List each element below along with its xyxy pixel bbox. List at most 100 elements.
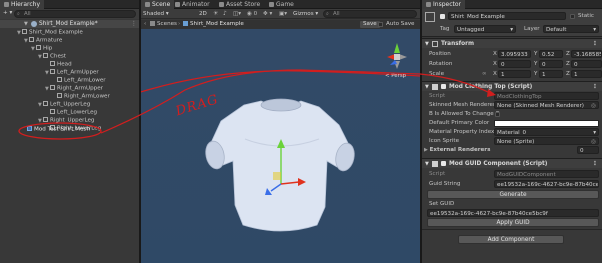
generate-button[interactable]: Generate — [427, 190, 599, 199]
hierarchy-item[interactable]: Left_LowerLeg — [0, 109, 97, 116]
hierarchy-item[interactable]: Right_ArmLower — [0, 93, 110, 100]
component-menu-icon[interactable]: ⋮ — [592, 159, 598, 169]
guid-string-field[interactable]: ee19532a-169c-4627-bc9e-87b40ce5bc9f — [494, 180, 599, 188]
shading-mode-dropdown[interactable]: Shaded ▾ — [143, 10, 169, 18]
transform-icon — [432, 41, 438, 47]
gameobject-large-icon — [425, 12, 435, 22]
camera-settings-icon[interactable]: ▣▾ — [279, 10, 287, 18]
perspective-label[interactable]: < Persp — [385, 73, 406, 79]
hierarchy-panel: Hierarchy + ▾ ⌕ All ▼ Shirt_Mod Example*… — [0, 0, 140, 263]
position-z-field[interactable]: -3.168585 — [571, 50, 602, 58]
tab-hierarchy[interactable]: Hierarchy — [0, 0, 45, 9]
component-enabled-checkbox[interactable] — [441, 161, 446, 166]
tools-dropdown[interactable]: ✥ ▾ — [263, 10, 272, 18]
shirt-mesh[interactable] — [203, 98, 356, 232]
hierarchy-item[interactable]: ▼ Right_ArmUpper — [0, 85, 103, 92]
icon-sprite-field[interactable]: None (Sprite) ◎ — [494, 137, 599, 145]
scale-z-field[interactable]: 1 — [571, 70, 602, 78]
scene-viewport[interactable]: DRAG < Persp — [141, 29, 420, 263]
primary-color-swatch[interactable] — [494, 120, 599, 127]
tab-game[interactable]: Game — [265, 0, 298, 9]
orientation-gizmo[interactable] — [387, 43, 407, 69]
set-guid-field[interactable]: ee19532a-169c-4627-bc9e-87b40ce5bc9f — [427, 209, 599, 217]
tag-dropdown[interactable]: Untagged ▾ — [454, 25, 516, 33]
scene-breadcrumb-bar: ‹ Scenes › Shirt_Mod Example Save Auto S… — [141, 20, 420, 29]
gizmos-dropdown[interactable]: Gizmos ▾ — [293, 10, 318, 18]
hierarchy-item-selected[interactable]: Mod Test Shirt Mesh — [0, 126, 90, 133]
scene-search-input[interactable]: ⌕ All — [323, 10, 417, 18]
audio-toggle-icon[interactable]: ♪ — [223, 10, 227, 18]
scene-name: Shirt_Mod Example* — [39, 21, 98, 27]
component-enabled-checkbox[interactable] — [441, 84, 446, 89]
object-picker-icon[interactable]: ◎ — [591, 138, 596, 144]
external-renderers-count[interactable]: 0 — [577, 146, 599, 154]
material-index-dropdown[interactable]: Material_0 ▾ — [494, 128, 599, 136]
scale-x-field[interactable]: 1 — [498, 70, 531, 78]
hierarchy-item[interactable]: ▼ Right_UpperLeg — [0, 117, 94, 124]
tab-inspector[interactable]: Inspector — [422, 0, 465, 9]
auto-save-label: Auto Save — [386, 21, 415, 27]
rotation-x-field[interactable]: 0 — [498, 60, 531, 68]
active-checkbox[interactable] — [440, 14, 445, 19]
add-component-button[interactable]: Add Component — [458, 235, 564, 244]
back-arrow-icon[interactable]: ‹ — [144, 20, 146, 29]
asset-store-icon — [219, 1, 224, 7]
external-renderers-label[interactable]: ▶ External Renderers — [424, 146, 490, 154]
lighting-toggle-icon[interactable]: ☀ — [213, 10, 218, 18]
gameobject-icon — [22, 29, 27, 34]
rotation-z-field[interactable]: 0 — [571, 60, 602, 68]
set-guid-label: Set GUID — [429, 201, 455, 207]
hierarchy-search-input[interactable]: ⌕ All — [14, 10, 136, 18]
tab-animator[interactable]: Animator — [171, 0, 214, 9]
hierarchy-item[interactable]: Left_ArmLower — [0, 77, 106, 84]
scale-y-field[interactable]: 1 — [539, 70, 563, 78]
create-button[interactable]: + ▾ — [3, 10, 12, 16]
rotation-y-field[interactable]: 0 — [539, 60, 563, 68]
gameobject-icon — [36, 45, 41, 50]
layer-dropdown[interactable]: Default ▾ — [543, 25, 599, 33]
transform-header[interactable]: ▼ Transform ⋮ — [422, 38, 602, 48]
collapse-arrow-icon: ▼ — [425, 84, 429, 90]
object-name-field[interactable]: Shirt_Mod Example — [448, 12, 566, 20]
tab-asset-store[interactable]: Asset Store — [215, 0, 264, 9]
hierarchy-item[interactable]: Head — [0, 61, 72, 68]
component-menu-icon[interactable]: ⋮ — [592, 82, 598, 92]
allowed-to-change-checkbox[interactable] — [495, 112, 500, 117]
static-checkbox[interactable] — [570, 14, 575, 19]
object-picker-icon[interactable]: ◎ — [591, 102, 596, 108]
rot-x-label: X — [493, 61, 497, 67]
hidden-objects-toggle[interactable]: ◉ 0 — [247, 10, 257, 18]
scale-x-label: X — [493, 71, 497, 77]
constrain-proportions-icon[interactable]: ∞ — [482, 70, 487, 78]
layer-label: Layer — [524, 26, 540, 32]
hierarchy-item[interactable]: ▼ Armature — [0, 37, 62, 44]
tag-label: Tag — [440, 26, 450, 32]
hierarchy-item[interactable]: ▼ Shirt_Mod Example — [0, 29, 83, 36]
component-menu-icon[interactable]: ⋮ — [592, 39, 598, 49]
apply-guid-button[interactable]: Apply GUID — [427, 218, 599, 227]
hierarchy-item[interactable]: ▼ Left_UpperLeg — [0, 101, 90, 108]
scene-menu-icon[interactable]: ⋮ — [131, 20, 137, 28]
scene-root-row[interactable]: ▼ Shirt_Mod Example* ⋮ — [0, 20, 139, 28]
hierarchy-item[interactable]: ▼ Hip — [0, 45, 52, 52]
scale-label: Scale — [429, 71, 445, 77]
hierarchy-item[interactable]: ▼ Left_ArmUpper — [0, 69, 99, 76]
prefab-breadcrumb[interactable]: Shirt_Mod Example — [183, 20, 244, 29]
gameobject-icon — [29, 37, 34, 42]
hierarchy-item[interactable]: ▼ Chest — [0, 53, 66, 60]
save-button[interactable]: Save — [360, 21, 380, 28]
mod-guid-header[interactable]: ▼ Mod GUID Component (Script) ⋮ — [422, 158, 602, 168]
toggle-2d-button[interactable]: 2D — [199, 10, 207, 18]
auto-save-checkbox[interactable] — [378, 22, 383, 27]
position-x-field[interactable]: 3.095933 — [498, 50, 531, 58]
scenes-breadcrumb[interactable]: Scenes — [150, 20, 177, 29]
skinned-mesh-field[interactable]: None (Skinned Mesh Renderer) ◎ — [494, 101, 599, 109]
effects-dropdown[interactable]: ◫▾ — [233, 10, 241, 18]
position-y-field[interactable]: 0.52 — [539, 50, 563, 58]
unity-scene-icon — [31, 21, 37, 27]
rot-y-label: Y — [534, 61, 538, 67]
tab-scene[interactable]: Scene — [141, 0, 175, 9]
gameobject-icon — [50, 85, 55, 90]
mod-clothing-header[interactable]: ▼ Mod Clothing Top (Script) ⋮ — [422, 81, 602, 91]
mod-clothing-title: Mod Clothing Top (Script) — [449, 84, 533, 90]
